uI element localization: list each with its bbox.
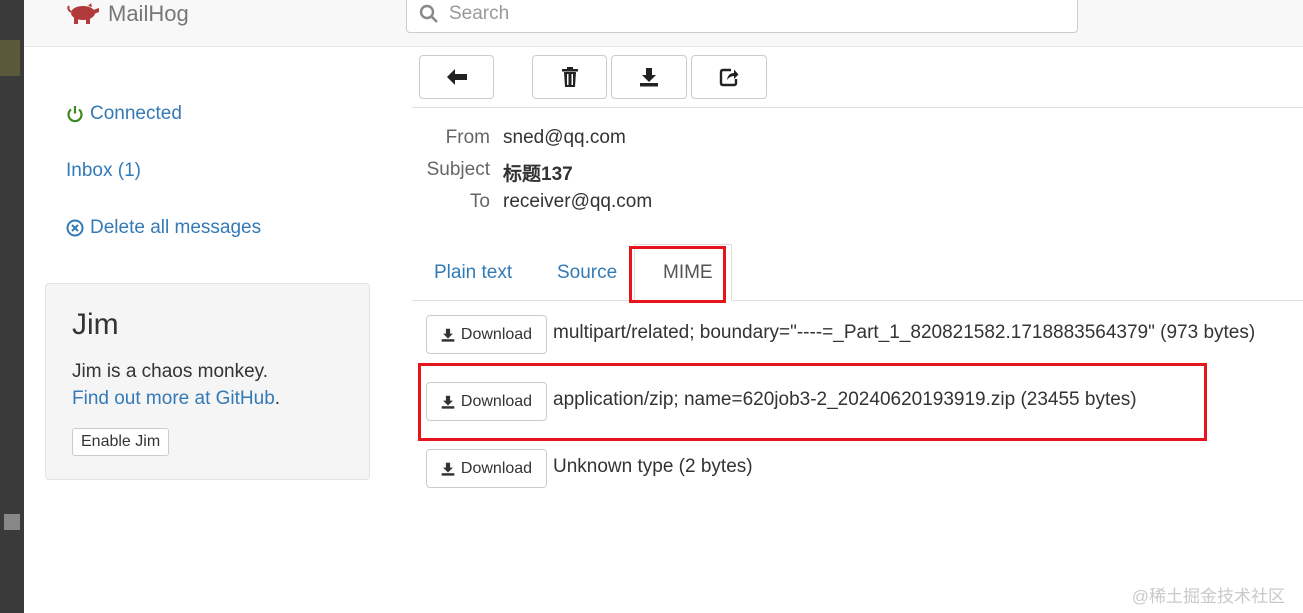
sidebar-item-inbox[interactable]: Inbox (1) xyxy=(66,160,141,182)
watermark: @稀土掘金技术社区 xyxy=(1131,587,1285,606)
search-input[interactable] xyxy=(447,1,1051,26)
jim-link-suffix: . xyxy=(274,388,281,409)
download-part-label: Download xyxy=(460,325,533,343)
mime-part-description: multipart/related; boundary="----=_Part_… xyxy=(553,322,1256,343)
mime-part-description: Unknown type (2 bytes) xyxy=(553,456,753,477)
search-icon xyxy=(419,4,438,23)
delete-message-button[interactable] xyxy=(532,55,607,99)
power-icon xyxy=(67,106,83,123)
editor-highlight xyxy=(0,40,20,76)
jim-more-info: Find out more at GitHub. xyxy=(72,388,280,410)
to-value: receiver@qq.com xyxy=(503,191,653,212)
github-link[interactable]: Find out more at GitHub xyxy=(72,388,275,409)
release-message-button[interactable] xyxy=(691,55,767,99)
connection-status[interactable]: Connected xyxy=(66,103,182,125)
tab-plain-text[interactable]: Plain text xyxy=(434,262,512,284)
editor-block xyxy=(4,514,20,530)
remove-circle-icon xyxy=(66,219,84,237)
download-part-button[interactable]: Download xyxy=(426,449,547,488)
editor-side-strip xyxy=(0,0,24,613)
from-value: sned@qq.com xyxy=(503,127,626,148)
inbox-label: Inbox (1) xyxy=(66,160,141,181)
download-icon xyxy=(441,328,455,342)
subject-label: Subject xyxy=(426,159,490,180)
tab-source[interactable]: Source xyxy=(557,262,617,284)
download-message-button[interactable] xyxy=(611,55,687,99)
from-label: From xyxy=(445,127,490,148)
delete-all-label: Delete all messages xyxy=(90,217,262,238)
to-label: To xyxy=(469,191,490,212)
delete-all-messages-link[interactable]: Delete all messages xyxy=(66,217,261,239)
zip-part-highlight xyxy=(418,363,1207,441)
share-icon xyxy=(719,68,739,87)
arrow-left-icon xyxy=(446,69,467,85)
download-icon xyxy=(640,68,658,87)
enable-jim-button[interactable]: Enable Jim xyxy=(72,428,170,456)
jim-title: Jim xyxy=(72,308,119,341)
back-button[interactable] xyxy=(419,55,494,99)
connected-label: Connected xyxy=(90,103,182,124)
download-part-button[interactable]: Download xyxy=(426,315,547,354)
search-box[interactable] xyxy=(406,0,1078,33)
subject-value: 标题137 xyxy=(503,164,573,185)
download-icon xyxy=(441,462,455,476)
jim-panel: Jim Jim is a chaos monkey. Find out more… xyxy=(45,283,370,480)
pig-logo-icon xyxy=(67,3,99,24)
mime-tab-highlight xyxy=(629,246,726,303)
download-part-label: Download xyxy=(460,459,533,477)
tabs-divider xyxy=(412,300,1303,301)
jim-description: Jim is a chaos monkey. xyxy=(72,361,269,382)
brand[interactable]: MailHog xyxy=(66,0,189,28)
trash-icon xyxy=(561,67,578,87)
toolbar-divider xyxy=(412,107,1303,108)
navbar: MailHog xyxy=(24,0,1303,47)
app-name: MailHog xyxy=(108,1,189,26)
